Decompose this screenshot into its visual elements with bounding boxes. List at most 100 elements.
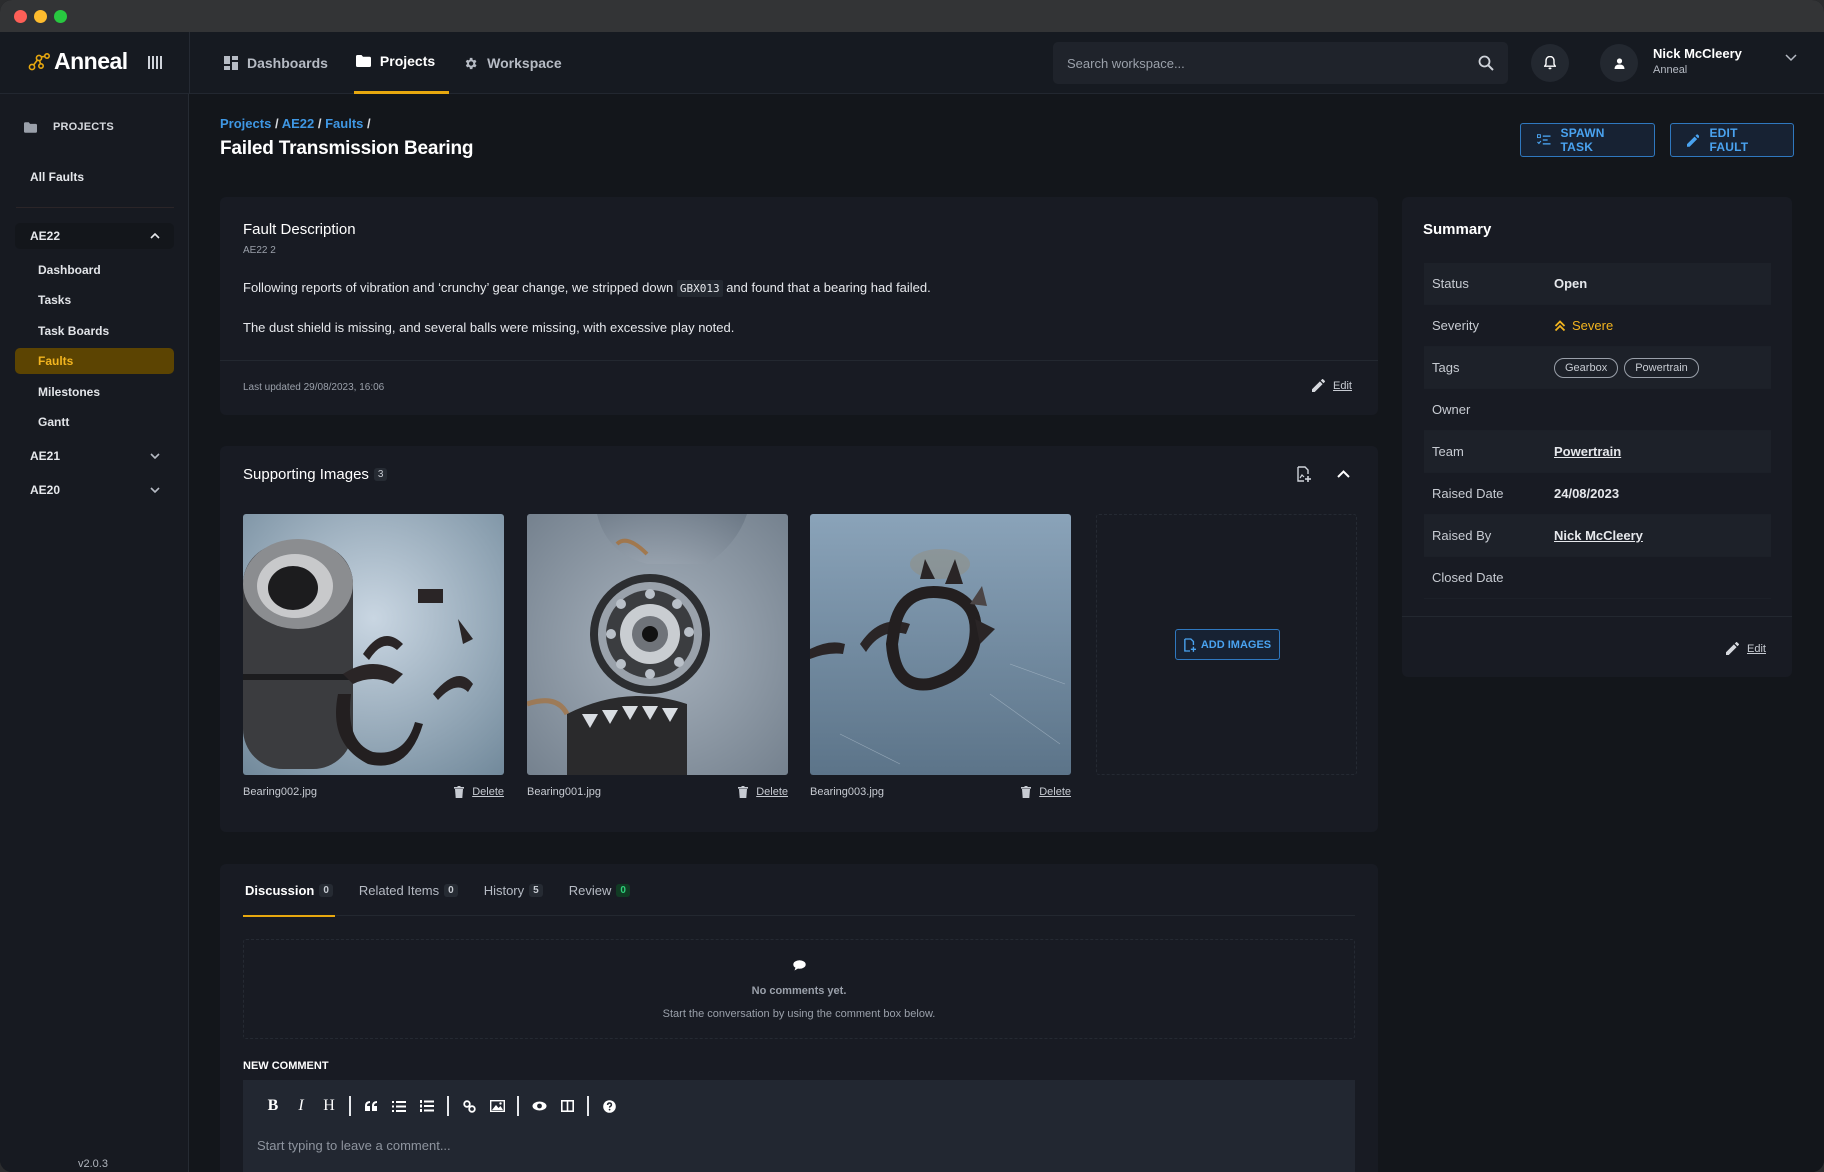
brand-logo[interactable]: Anneal <box>28 48 128 75</box>
link-icon <box>462 1099 476 1113</box>
sidebar-item-all-faults[interactable]: All Faults <box>30 170 84 184</box>
edit-description-link[interactable]: Edit <box>1312 379 1352 392</box>
summary-row-raised-by: Raised By Nick McCleery <box>1424 515 1771 557</box>
preview-button[interactable] <box>525 1094 553 1118</box>
code-snippet: GBX013 <box>676 280 723 297</box>
add-image-button[interactable] <box>1297 466 1311 482</box>
card-actions <box>1297 466 1350 482</box>
comment-icon <box>793 960 806 971</box>
toolbar-separator <box>447 1096 449 1116</box>
toolbar-separator <box>349 1096 351 1116</box>
image-button[interactable] <box>483 1094 511 1118</box>
bold-button[interactable]: B <box>259 1094 287 1118</box>
image-thumbnail[interactable] <box>243 514 504 775</box>
spawn-task-button[interactable]: SPAWN TASK <box>1520 123 1655 157</box>
sidebar-item-tasks[interactable]: Tasks <box>15 287 174 313</box>
delete-image-button[interactable]: Delete <box>454 786 504 798</box>
ordered-list-button[interactable] <box>413 1094 441 1118</box>
sidebar: PROJECTS All Faults AE22 Dashboard Tasks… <box>0 94 189 1172</box>
italic-button[interactable]: I <box>287 1094 315 1118</box>
quote-button[interactable] <box>357 1094 385 1118</box>
fault-description-card: Fault Description AE22 2 Following repor… <box>220 197 1378 415</box>
discussion-card: Discussion 0 Related Items 0 History 5 Revi… <box>220 864 1378 1172</box>
notifications-button[interactable] <box>1531 44 1569 82</box>
minimize-window-button[interactable] <box>34 10 47 23</box>
eye-icon <box>532 1101 546 1111</box>
tab-related-items[interactable]: Related Items 0 <box>357 864 460 916</box>
delete-image-button[interactable]: Delete <box>738 786 788 798</box>
maximize-window-button[interactable] <box>54 10 67 23</box>
chevron-down-icon[interactable] <box>1785 54 1797 62</box>
breadcrumb-ae22[interactable]: AE22 <box>282 116 315 131</box>
nav-workspace[interactable]: Workspace <box>463 32 573 94</box>
collapse-button[interactable] <box>1337 466 1350 482</box>
link-button[interactable] <box>455 1094 483 1118</box>
sidebar-group-ae21[interactable]: AE21 <box>15 443 174 469</box>
delete-image-button[interactable]: Delete <box>1021 786 1071 798</box>
summary-row-closed-date: Closed Date <box>1424 557 1771 599</box>
app-name: Anneal <box>54 48 128 74</box>
search-input[interactable] <box>1067 55 1478 71</box>
delete-label: Delete <box>472 786 504 798</box>
image-dropzone[interactable]: ADD IMAGES <box>1096 514 1357 775</box>
delete-label: Delete <box>756 786 788 798</box>
summary-row-owner: Owner <box>1424 389 1771 431</box>
help-icon <box>602 1099 616 1113</box>
image-thumbnail[interactable] <box>527 514 788 775</box>
supporting-images-title: Supporting Images <box>243 466 369 483</box>
image-caption: Bearing002.jpg Delete <box>243 786 504 798</box>
description-paragraph: The dust shield is missing, and several … <box>243 320 735 335</box>
nav-projects-label: Projects <box>379 53 436 69</box>
summary-row-team: Team Powertrain <box>1424 431 1771 473</box>
search-icon[interactable] <box>1478 55 1494 71</box>
sidebar-item-gantt[interactable]: Gantt <box>15 409 174 435</box>
summary-key: Raised By <box>1432 528 1492 543</box>
summary-key: Tags <box>1432 360 1460 375</box>
summary-key: Severity <box>1432 318 1479 333</box>
sidebar-item-task-boards[interactable]: Task Boards <box>15 318 174 344</box>
quote-icon <box>364 1101 377 1111</box>
tab-review[interactable]: Review 0 <box>567 864 632 916</box>
sidebar-item-milestones[interactable]: Milestones <box>15 379 174 405</box>
user-info[interactable]: Nick McCleery Anneal <box>1653 46 1742 76</box>
team-link[interactable]: Powertrain <box>1554 444 1621 459</box>
sidebar-header: PROJECTS <box>24 121 114 133</box>
sidebar-item-faults[interactable]: Faults <box>15 348 174 374</box>
app-version: v2.0.3 <box>78 1158 108 1170</box>
comment-input[interactable] <box>257 1138 1337 1153</box>
chevron-up-icon <box>1337 470 1350 478</box>
sidebar-group-ae22[interactable]: AE22 <box>15 223 174 249</box>
tag-chip[interactable]: Gearbox <box>1554 357 1619 378</box>
page-title: Failed Transmission Bearing <box>220 138 474 159</box>
sidebar-item-dashboard[interactable]: Dashboard <box>15 257 174 283</box>
nav-projects[interactable]: Projects <box>353 32 450 94</box>
unordered-list-button[interactable] <box>385 1094 413 1118</box>
image-thumbnail[interactable] <box>810 514 1071 775</box>
add-images-button[interactable]: ADD IMAGES <box>1175 629 1280 660</box>
ordered-list-icon <box>420 1100 434 1112</box>
nav-dashboards[interactable]: Dashboards <box>224 32 340 94</box>
side-by-side-button[interactable] <box>553 1094 581 1118</box>
breadcrumb-separator: / <box>274 116 279 131</box>
breadcrumb-faults[interactable]: Faults <box>325 116 363 131</box>
sidebar-group-ae20[interactable]: AE20 <box>15 477 174 503</box>
breadcrumb: Projects / AE22 / Faults / <box>220 116 371 131</box>
discussion-tabs: Discussion 0 Related Items 0 History 5 Revi… <box>243 864 1355 917</box>
trash-icon <box>454 786 465 798</box>
heading-button[interactable]: H <box>315 1094 343 1118</box>
tab-history[interactable]: History 5 <box>482 864 545 916</box>
raised-by-link[interactable]: Nick McCleery <box>1554 528 1643 543</box>
sidebar-toggle-button[interactable] <box>148 52 162 72</box>
card-title: Summary <box>1423 221 1492 238</box>
trash-icon <box>738 786 749 798</box>
edit-summary-link[interactable]: Edit <box>1726 642 1766 655</box>
close-window-button[interactable] <box>14 10 27 23</box>
edit-fault-button[interactable]: EDIT FAULT <box>1670 123 1794 157</box>
summary-table: Status Open Severity Severe Tags Gearbox… <box>1424 263 1771 599</box>
tag-chip[interactable]: Powertrain <box>1624 357 1699 378</box>
tab-discussion[interactable]: Discussion 0 <box>243 864 335 917</box>
avatar[interactable] <box>1600 44 1638 82</box>
text: and found that a bearing had failed. <box>726 280 931 295</box>
help-button[interactable] <box>595 1094 623 1118</box>
breadcrumb-projects[interactable]: Projects <box>220 116 271 131</box>
